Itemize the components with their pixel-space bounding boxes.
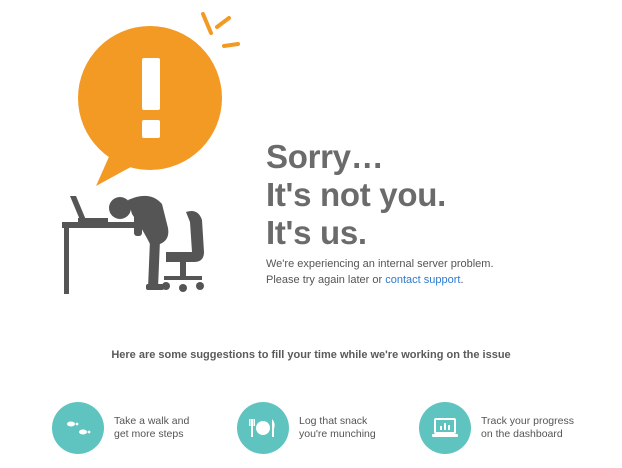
support-suffix-text: . <box>460 273 464 286</box>
footsteps-icon <box>52 402 104 454</box>
slumped-person-icon <box>109 195 169 290</box>
support-prefix-text: Please try again later or <box>266 273 386 286</box>
headline-line-sorry: Sorry… <box>266 138 384 175</box>
suggestion-track-line2: on the dashboard <box>481 428 563 440</box>
error-headline: Sorry… It's not you. It's us. <box>266 138 596 252</box>
office-chair-icon <box>162 211 204 292</box>
fork-plate-knife-icon <box>237 402 289 454</box>
error-message-line: We're experiencing an internal server pr… <box>266 258 494 270</box>
laptop-icon <box>70 196 108 222</box>
suggestion-snack-line1: Log that snack <box>299 415 368 427</box>
suggestion-snack[interactable]: Log that snack you're munching <box>237 400 409 456</box>
suggestion-track[interactable]: Track your progress on the dashboard <box>419 400 591 456</box>
error-illustration <box>62 12 240 294</box>
error-message: We're experiencing an internal server pr… <box>266 257 586 288</box>
suggestion-walk-label: Take a walk and get more steps <box>114 415 224 441</box>
error-message-support-line: Please try again later or contact suppor… <box>266 273 586 289</box>
suggestion-snack-label: Log that snack you're munching <box>299 415 409 441</box>
suggestion-walk-line1: Take a walk and <box>114 415 190 427</box>
alert-burst-icon <box>201 12 240 48</box>
headline-line-not-you: It's not you. <box>266 176 446 213</box>
suggestion-snack-line2: you're munching <box>299 428 376 440</box>
contact-support-link[interactable]: contact support <box>385 274 460 286</box>
suggestions-heading: Here are some suggestions to fill your t… <box>111 349 511 361</box>
suggestion-track-line1: Track your progress <box>481 415 574 427</box>
laptop-chart-icon <box>419 402 471 454</box>
exclamation-bubble-icon <box>78 26 222 186</box>
desk-icon <box>62 222 134 294</box>
suggestion-walk-line2: get more steps <box>114 428 184 440</box>
headline-line-its-us: It's us. <box>266 214 367 251</box>
suggestion-walk[interactable]: Take a walk and get more steps <box>52 400 224 456</box>
suggestion-track-label: Track your progress on the dashboard <box>481 415 591 441</box>
